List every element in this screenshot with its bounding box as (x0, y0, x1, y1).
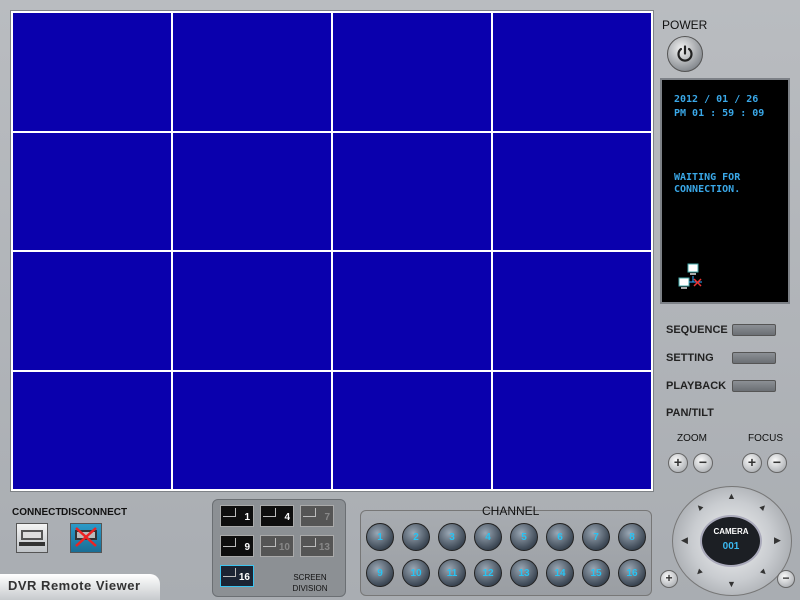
setting-button[interactable] (732, 352, 776, 364)
screen-division-label-line2: DIVISION (292, 584, 328, 593)
channel-button-10[interactable]: 10 (402, 559, 430, 587)
channel-panel (360, 510, 652, 596)
app-title: DVR Remote Viewer (0, 574, 160, 600)
video-cell[interactable] (493, 252, 651, 370)
playback-label: PLAYBACK (666, 380, 727, 392)
arrow-left-icon[interactable]: ◀ (681, 535, 688, 546)
channel-button-4[interactable]: 4 (474, 523, 502, 551)
status-time: PM 01 : 59 : 09 (674, 108, 765, 119)
video-cell[interactable] (13, 371, 171, 489)
sequence-label: SEQUENCE (666, 324, 728, 336)
video-cell[interactable] (493, 132, 651, 250)
disconnect-icon (75, 527, 97, 547)
channel-button-9[interactable]: 9 (366, 559, 394, 587)
arrow-down-icon[interactable]: ▼ (727, 579, 736, 589)
video-cell[interactable] (173, 371, 331, 489)
status-message-line1: WAITING FOR (674, 172, 741, 183)
channel-button-16[interactable]: 16 (618, 559, 646, 587)
connect-icon (19, 530, 45, 546)
arrow-up-left-icon[interactable]: ▲ (693, 500, 706, 513)
channel-button-5[interactable]: 5 (510, 523, 538, 551)
channel-button-15[interactable]: 15 (582, 559, 610, 587)
playback-button[interactable] (732, 380, 776, 392)
channel-button-8[interactable]: 8 (618, 523, 646, 551)
network-disconnected-icon (678, 263, 702, 289)
camera-select-button[interactable]: CAMERA 001 (700, 515, 762, 567)
camera-number: 001 (722, 541, 740, 552)
channel-button-13[interactable]: 13 (510, 559, 538, 587)
video-cell[interactable] (333, 13, 491, 131)
division-button-1[interactable]: 1 (220, 505, 254, 527)
zoom-label: ZOOM (677, 433, 707, 444)
sequence-button[interactable] (732, 324, 776, 336)
video-cell[interactable] (13, 13, 171, 131)
arrow-up-right-icon[interactable]: ▲ (757, 500, 770, 513)
screen-division-label: SCREEN DIVISION (282, 572, 338, 594)
arrow-right-icon[interactable]: ▶ (774, 535, 781, 546)
division-button-9[interactable]: 9 (220, 535, 254, 557)
video-cell[interactable] (173, 132, 331, 250)
video-cell[interactable] (493, 371, 651, 489)
division-button-7[interactable]: 7 (300, 505, 334, 527)
video-cell[interactable] (333, 132, 491, 250)
minus-right-button[interactable]: − (777, 570, 795, 588)
division-button-16[interactable]: 16 (220, 565, 254, 587)
screen-division-label-line1: SCREEN (293, 573, 327, 582)
channel-button-2[interactable]: 2 (402, 523, 430, 551)
disconnect-button[interactable] (70, 523, 102, 553)
video-cell[interactable] (13, 252, 171, 370)
channel-button-7[interactable]: 7 (582, 523, 610, 551)
channel-button-6[interactable]: 6 (546, 523, 574, 551)
pan-tilt-label: PAN/TILT (666, 407, 714, 419)
power-button[interactable] (667, 36, 703, 72)
division-button-13[interactable]: 13 (300, 535, 334, 557)
channel-button-12[interactable]: 12 (474, 559, 502, 587)
video-grid (10, 10, 654, 492)
division-button-4[interactable]: 4 (260, 505, 294, 527)
channel-button-11[interactable]: 11 (438, 559, 466, 587)
arrow-down-right-icon[interactable]: ▼ (757, 565, 770, 578)
status-date: 2012 / 01 / 26 (674, 94, 759, 105)
video-cell[interactable] (173, 13, 331, 131)
division-button-10[interactable]: 10 (260, 535, 294, 557)
setting-label: SETTING (666, 352, 714, 364)
plus-left-button[interactable]: + (660, 570, 678, 588)
channel-button-1[interactable]: 1 (366, 523, 394, 551)
video-cell[interactable] (333, 252, 491, 370)
video-cell[interactable] (333, 371, 491, 489)
focus-out-button[interactable]: − (767, 453, 787, 473)
status-display: 2012 / 01 / 26 PM 01 : 59 : 09 WAITING F… (660, 78, 790, 304)
channel-button-14[interactable]: 14 (546, 559, 574, 587)
video-cell[interactable] (173, 252, 331, 370)
focus-in-button[interactable]: + (742, 453, 762, 473)
channel-button-3[interactable]: 3 (438, 523, 466, 551)
power-icon (677, 45, 693, 62)
arrow-down-left-icon[interactable]: ▼ (693, 565, 706, 578)
focus-label: FOCUS (748, 433, 783, 444)
connect-button[interactable] (16, 523, 48, 553)
arrow-up-icon[interactable]: ▲ (727, 491, 736, 501)
power-label: POWER (662, 18, 708, 32)
disconnect-label: DISCONNECT (61, 507, 128, 518)
connect-label: CONNECT (12, 507, 62, 518)
channel-label: CHANNEL (482, 504, 540, 518)
zoom-out-button[interactable]: − (693, 453, 713, 473)
video-cell[interactable] (13, 132, 171, 250)
camera-label: CAMERA (713, 527, 749, 536)
video-cell[interactable] (493, 13, 651, 131)
zoom-in-button[interactable]: + (668, 453, 688, 473)
status-message-line2: CONNECTION. (674, 184, 741, 195)
